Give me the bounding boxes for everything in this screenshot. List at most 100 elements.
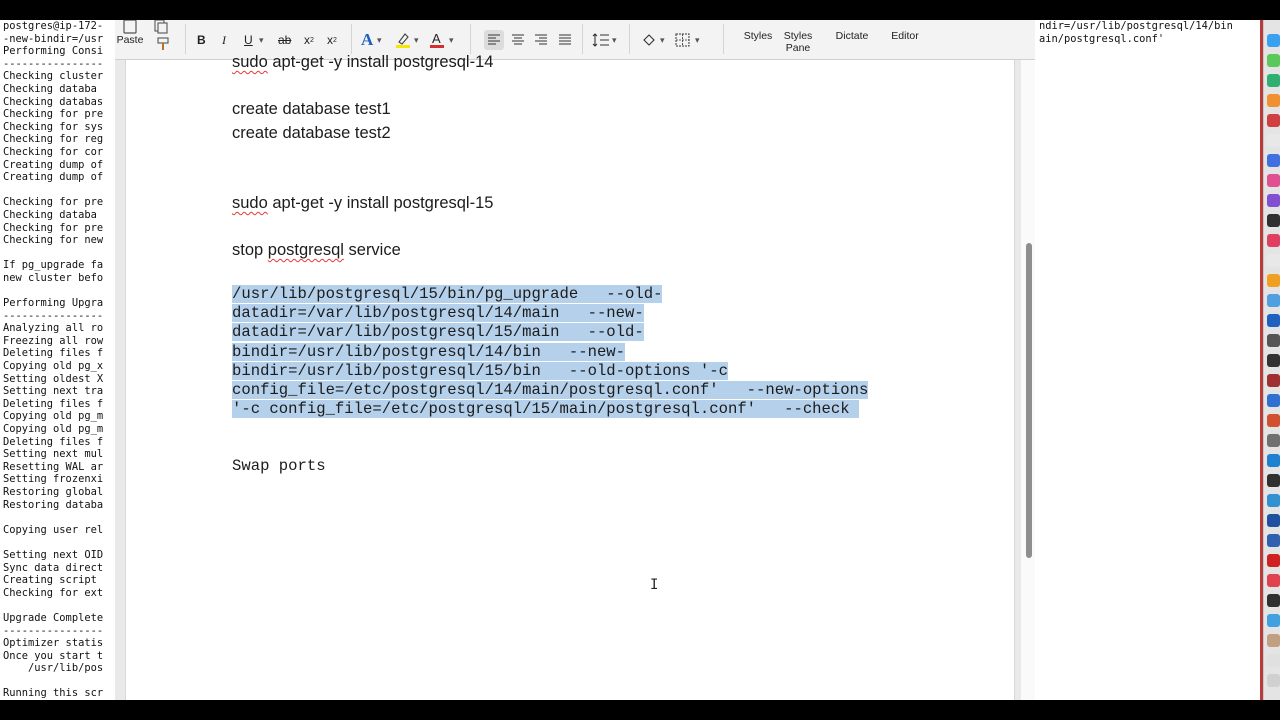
dock-app-icon[interactable] — [1267, 214, 1280, 227]
underline-dropdown-icon[interactable]: ▾ — [259, 30, 264, 50]
styles-label: Styles — [743, 30, 773, 42]
italic-button[interactable]: I — [222, 30, 226, 50]
terminal-line: If pg_upgrade fa — [3, 259, 104, 272]
align-left-button[interactable] — [484, 30, 504, 50]
terminal-line: postgres@ip-172- — [3, 20, 104, 32]
dock-app-icon[interactable] — [1267, 454, 1280, 467]
dictate-button[interactable]: Dictate — [829, 30, 875, 42]
dock-app-icon[interactable] — [1267, 474, 1280, 487]
dock-app-icon[interactable] — [1267, 594, 1280, 607]
doc-line-stop-service[interactable]: stop postgresql service — [232, 241, 401, 260]
dock-app-icon[interactable] — [1267, 394, 1280, 407]
dock-app-icon[interactable] — [1267, 654, 1280, 667]
dock-app-icon[interactable] — [1267, 74, 1280, 87]
line-spacing-icon[interactable] — [592, 30, 610, 50]
text-effects-icon[interactable]: A — [361, 30, 373, 50]
dock-app-icon[interactable] — [1267, 194, 1280, 207]
editor-button[interactable]: Editor — [885, 30, 925, 42]
terminal-line: ndir=/usr/lib/postgresql/14/bin — [1039, 20, 1233, 32]
terminal-line: Copying old pg_x — [3, 360, 104, 373]
font-color-dropdown-icon[interactable]: ▾ — [449, 30, 454, 50]
terminal-line: Checking for pre — [3, 108, 104, 121]
doc-text-run: postgresql-14 — [393, 53, 494, 71]
scrollbar-thumb[interactable] — [1026, 243, 1032, 558]
terminal-line: -new-bindir=/usr — [3, 32, 104, 45]
dock-app-icon[interactable] — [1267, 354, 1280, 367]
dock-app-icon[interactable] — [1267, 94, 1280, 107]
dock-app-icon[interactable] — [1267, 254, 1280, 267]
doc-line-swap-ports[interactable]: Swap ports — [232, 457, 326, 475]
document-page[interactable]: sudo apt-get -y install postgresql-14 cr… — [125, 53, 1015, 700]
shading-dropdown-icon[interactable]: ▾ — [660, 30, 665, 50]
dock-app-icon[interactable] — [1267, 574, 1280, 587]
align-right-button[interactable] — [531, 30, 551, 50]
selection-highlight: bindir=/usr/lib/postgresql/14/bin --new- — [232, 342, 626, 361]
dock-app-icon[interactable] — [1267, 54, 1280, 67]
underline-button[interactable]: U — [244, 30, 253, 50]
dock-app-icon[interactable] — [1267, 134, 1280, 147]
text-effects-dropdown-icon[interactable]: ▾ — [377, 30, 382, 50]
paste-button[interactable]: Paste — [115, 20, 145, 46]
terminal-line: Checking for reg — [3, 133, 104, 146]
justify-button[interactable] — [555, 30, 575, 50]
terminal-line: Checking for sys — [3, 120, 104, 133]
code-line: bindir=/usr/lib/postgresql/15/bin --old-… — [232, 361, 868, 381]
styles-button[interactable]: Styles — [737, 30, 779, 42]
strikethrough-button[interactable]: ab — [278, 30, 291, 50]
dock-app-icon[interactable] — [1267, 554, 1280, 567]
dock-app-icon[interactable] — [1267, 674, 1280, 687]
code-line: '-c config_file=/etc/postgresql/15/main/… — [232, 400, 868, 419]
dock-app-icon[interactable] — [1267, 154, 1280, 167]
selection-highlight: bindir=/usr/lib/postgresql/15/bin --old-… — [232, 361, 728, 380]
terminal-left[interactable]: postgres@ip-172- -new-bindir=/usr Performi… — [0, 20, 125, 700]
dock-app-icon[interactable] — [1267, 434, 1280, 447]
doc-text-run: -y — [328, 53, 343, 71]
selection-highlight: datadir=/var/lib/postgresql/14/main --ne… — [232, 304, 644, 323]
borders-icon[interactable] — [675, 30, 691, 50]
line-spacing-dropdown-icon[interactable]: ▾ — [612, 30, 617, 50]
dock-app-icon[interactable] — [1267, 234, 1280, 247]
dock-app-icon[interactable] — [1267, 34, 1280, 47]
dock-app-icon[interactable] — [1267, 334, 1280, 347]
top-black-bar — [0, 0, 1280, 20]
doc-text-run: -y — [328, 194, 343, 212]
highlight-dropdown-icon[interactable]: ▾ — [414, 30, 419, 50]
dock-app-icon[interactable] — [1267, 634, 1280, 647]
align-center-button[interactable] — [508, 30, 528, 50]
dock-app-icon[interactable] — [1267, 294, 1280, 307]
dock-app-icon[interactable] — [1267, 374, 1280, 387]
dock-app-icon[interactable] — [1267, 494, 1280, 507]
superscript-button[interactable]: x2 — [327, 30, 337, 50]
doc-line-create-test1[interactable]: create database test1 — [232, 100, 391, 119]
doc-line-install-14-text: sudo apt-get -y install postgresql-14 — [232, 53, 493, 71]
format-painter-icon[interactable] — [155, 34, 171, 54]
doc-line-create-test2[interactable]: create database test2 — [232, 124, 391, 143]
paste-label: Paste — [116, 34, 144, 46]
dock-app-icon[interactable] — [1267, 174, 1280, 187]
dock-app-icon[interactable] — [1267, 114, 1280, 127]
highlight-icon[interactable] — [395, 30, 411, 50]
dock-app-icon[interactable] — [1267, 414, 1280, 427]
terminal-line: Deleting files f — [3, 435, 104, 448]
dock-app-icon[interactable] — [1267, 314, 1280, 327]
dock-app-icon[interactable] — [1267, 274, 1280, 287]
bold-button[interactable]: B — [197, 30, 206, 50]
bottom-black-bar — [0, 700, 1280, 720]
dock-app-icon[interactable] — [1267, 514, 1280, 527]
font-color-icon[interactable]: A — [429, 30, 445, 50]
doc-text-run: install — [346, 194, 389, 212]
terminal-line: Freezing all row — [3, 334, 104, 347]
doc-line-install-15[interactable]: sudo apt-get -y install postgresql-15 — [232, 194, 493, 213]
doc-line-install-14[interactable]: sudo apt-get -y install postgresql-14 — [232, 53, 493, 72]
terminal-right[interactable]: ndir=/usr/lib/postgresql/14/bin ain/postg… — [1035, 20, 1263, 700]
selected-code-block[interactable]: /usr/lib/postgresql/15/bin/pg_upgrade --… — [232, 285, 869, 419]
shading-icon[interactable] — [641, 30, 657, 50]
dock-app-icon[interactable] — [1267, 614, 1280, 627]
dock-app-icon[interactable] — [1267, 534, 1280, 547]
styles-pane-button[interactable]: Styles Pane — [779, 30, 817, 54]
borders-dropdown-icon[interactable]: ▾ — [695, 30, 700, 50]
spellcheck-word: postgresql — [267, 241, 344, 259]
word-window: Paste B I U ▾ ab x2 x2 A ▾ ▾ A ▾ ▾ ▾ ▾ S… — [115, 20, 1035, 700]
subscript-button[interactable]: x2 — [304, 30, 314, 50]
